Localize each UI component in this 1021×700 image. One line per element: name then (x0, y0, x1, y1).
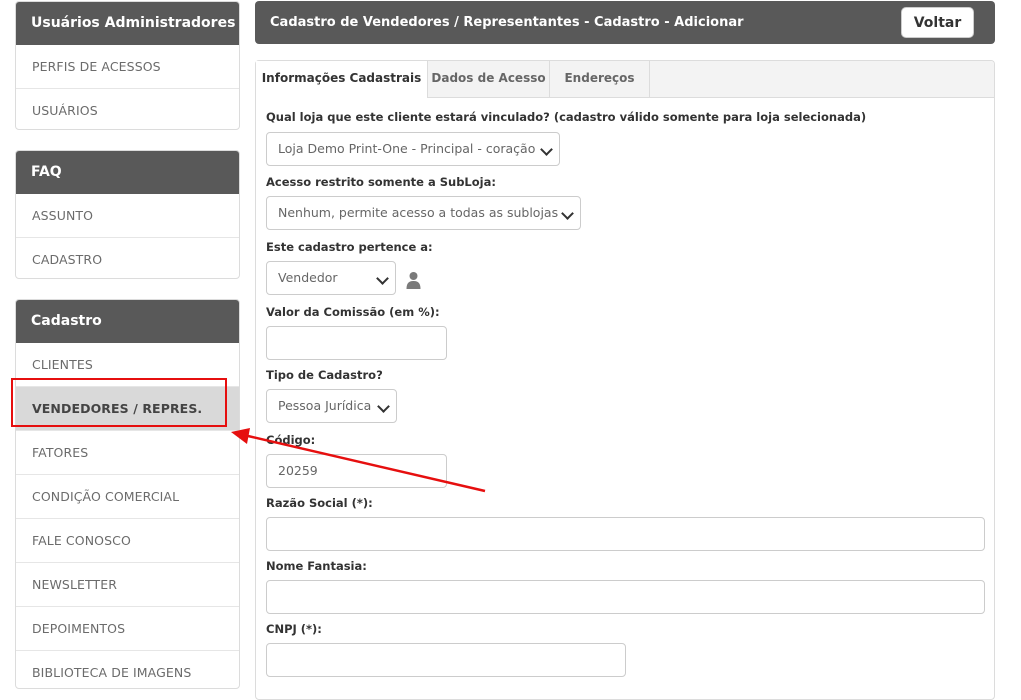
arrow-line (247, 434, 486, 493)
annotation-arrow (231, 428, 486, 493)
arrow-head (231, 428, 250, 444)
